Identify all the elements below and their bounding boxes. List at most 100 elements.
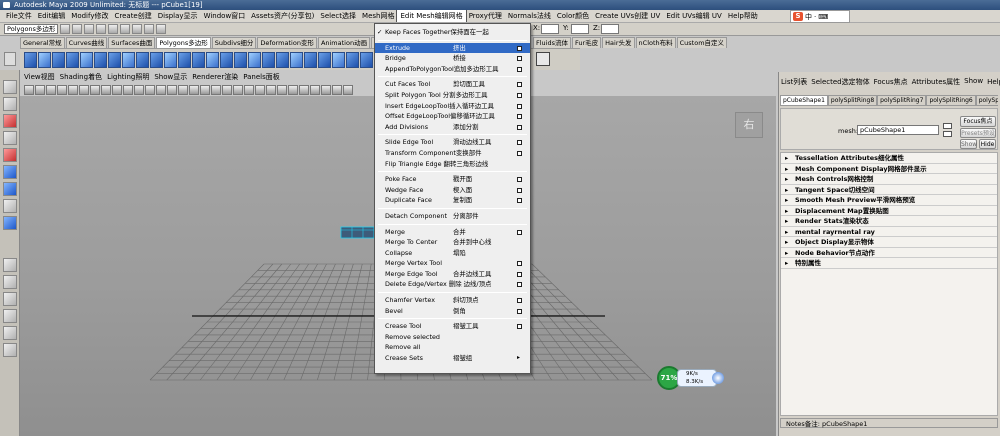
viewport-tool-icon[interactable] [24,84,34,95]
scale-tool-icon[interactable] [3,165,17,179]
save-scene-icon[interactable] [84,24,95,34]
manipulator-tool-icon[interactable] [3,182,17,196]
menu-item[interactable]: Edit编辑 [35,10,69,22]
shelf-tool-icon[interactable] [290,51,303,68]
option-box-icon[interactable] [517,308,522,314]
menu-item[interactable]: Proxy代理 [466,10,505,22]
menu-item-row[interactable]: Merge Vertex Tool [375,258,530,269]
ime-keyboard-icon[interactable]: ⌨ [818,13,828,21]
option-box-icon[interactable] [517,124,522,130]
viewport-tool-icon[interactable] [222,84,232,95]
menu-item-row[interactable]: Transform Component变换部件 [375,148,530,159]
shelf-tool-icon[interactable] [234,51,247,68]
attr-tab[interactable]: polySplitRing [975,95,998,106]
shelf-tool-icon[interactable] [332,51,345,68]
option-box-icon[interactable] [517,187,522,193]
menu-item[interactable]: Mesh网格 [359,10,397,22]
shelf-tab[interactable]: Subdivs细分 [211,37,257,48]
menu-item[interactable]: Display显示 [155,10,201,22]
menu-item-row[interactable]: Detach Component 分离部件 [375,211,530,222]
viewport-tool-icon[interactable] [145,84,155,95]
y-field[interactable] [571,24,589,34]
viewport-tool-icon[interactable] [79,84,89,95]
attr-section-header[interactable]: Object Display显示物体 [781,237,997,248]
hide-button[interactable]: Hide [979,139,996,149]
option-box-icon[interactable] [517,261,522,267]
option-box-icon[interactable] [517,150,522,156]
shelf-tool-icon[interactable] [164,51,177,68]
menu-item-row[interactable]: Poke Face 戳开面 [375,174,530,185]
shelf-tool-icon[interactable] [80,51,93,68]
shelf-tool-icon[interactable] [52,51,65,68]
menu-item-row[interactable]: Chamfer Vertex 斜切顶点 [375,295,530,306]
menu-item-row[interactable]: Merge To Center 合并到中心线 [375,237,530,248]
menu-item[interactable]: Create UVs创建 UV [592,10,663,22]
viewport-tool-icon[interactable] [123,84,133,95]
ime-punct-icon[interactable]: · [814,13,816,21]
panel-menu-item[interactable]: Renderer渲染 [192,72,238,83]
move-tool-icon[interactable] [3,131,17,145]
select-by-hierarchy-icon[interactable] [96,24,107,34]
shelf-tool-icon[interactable] [136,51,149,68]
menu-item[interactable]: Assets资产(分享包) [248,10,317,22]
shelf-tool-icon[interactable] [150,51,163,68]
viewport-tool-icon[interactable] [189,84,199,95]
menu-item[interactable]: Edit Mesh编辑网格 [396,10,467,22]
option-box-icon[interactable] [517,229,522,235]
shelf-tab[interactable]: Animation动画 [317,37,371,48]
option-box-icon[interactable] [517,114,522,120]
menu-item-row[interactable]: Crease Sets 褶皱组 ▸ [375,353,530,364]
shelf-tool-icon[interactable] [192,51,205,68]
option-box-icon[interactable] [517,271,522,277]
shelf-tool-icon[interactable] [360,51,373,68]
attr-tab[interactable]: polySplitRing7 [877,95,927,106]
select-by-component-icon[interactable] [120,24,131,34]
menu-set-selector[interactable]: Polygons多边形 [4,24,59,34]
viewport-tool-icon[interactable] [211,84,221,95]
accelerator-ball-icon[interactable] [712,372,724,384]
node-output-icon[interactable] [943,131,952,137]
shelf-tab[interactable]: Surfaces曲面 [108,37,156,48]
hypershade-layout-icon[interactable] [3,326,17,340]
show-button[interactable]: Show [960,139,977,149]
attr-menu-item[interactable]: List列表 [781,77,807,88]
menu-item-row[interactable]: Remove all [375,342,530,353]
viewport-tool-icon[interactable] [57,84,67,95]
option-box-icon[interactable] [517,324,522,330]
node-input-icon[interactable] [943,123,952,129]
panel-menu-item[interactable]: View视图 [24,72,55,83]
menu-item-row[interactable]: Crease Tool 褶皱工具 [375,321,530,332]
viewport-tool-icon[interactable] [244,84,254,95]
presets-button[interactable]: Presets预设 [960,128,996,138]
z-field[interactable] [601,24,619,34]
shelf-tab[interactable]: Fur毛皮 [571,37,602,48]
viewport-tool-icon[interactable] [46,84,56,95]
menu-item-row[interactable]: Delete Edge/Vertex 删除 边线/顶点 [375,279,530,290]
snap-point-icon[interactable] [156,24,167,34]
menu-item[interactable]: File文件 [3,10,35,22]
shelf-tool-icon[interactable] [66,51,79,68]
viewport-tool-icon[interactable] [200,84,210,95]
viewport-tool-icon[interactable] [134,84,144,95]
viewport-tool-icon[interactable] [68,84,78,95]
select-tool-icon[interactable] [3,80,17,94]
shelf-tool-icon[interactable] [220,51,233,68]
shelf-tab[interactable]: nCloth布料 [635,37,676,48]
viewport-tool-icon[interactable] [321,84,331,95]
shelf-tool-icon[interactable] [262,51,275,68]
menu-item[interactable]: Window窗口 [201,10,249,22]
shelf-tool-icon[interactable] [206,51,219,68]
option-box-icon[interactable] [517,45,522,51]
viewport-tool-icon[interactable] [156,84,166,95]
shelf-tab[interactable]: Fluids流体 [533,37,571,48]
attr-menu-item[interactable]: Show [964,77,983,88]
viewport-tool-icon[interactable] [233,84,243,95]
attr-tab[interactable]: polySplitRing8 [827,95,878,106]
attr-section-header[interactable]: Tessellation Attributes细化属性 [781,153,997,164]
viewport-tool-icon[interactable] [288,84,298,95]
menu-item-row[interactable]: Duplicate Face 复制面 [375,195,530,206]
open-scene-icon[interactable] [72,24,83,34]
snap-curve-icon[interactable] [144,24,155,34]
four-view-layout-icon[interactable] [3,275,17,289]
select-by-object-icon[interactable] [108,24,119,34]
